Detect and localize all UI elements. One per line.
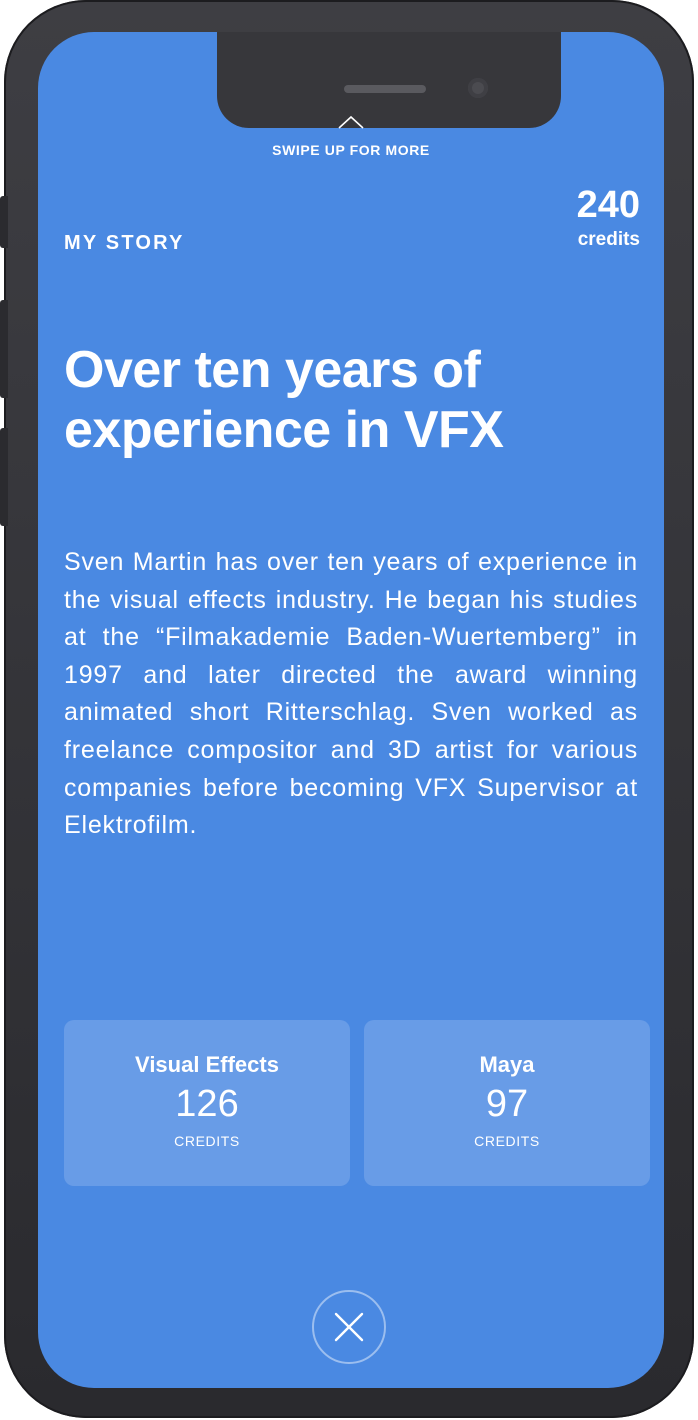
swipe-up-hint[interactable]: SWIPE UP FOR MORE (38, 114, 664, 158)
skill-name: Maya (479, 1052, 535, 1077)
section-label: MY STORY (64, 232, 185, 254)
swipe-up-label: SWIPE UP FOR MORE (272, 142, 430, 158)
skill-name: Visual Effects (135, 1052, 279, 1077)
story-bio: Sven Martin has over ten years of experi… (64, 548, 638, 840)
speaker-grille (344, 85, 426, 93)
skill-credits-value: 126 (175, 1083, 239, 1125)
total-credits: 240 credits (577, 184, 640, 252)
close-icon (334, 1312, 364, 1342)
total-credits-label: credits (577, 229, 640, 250)
volume-up-button (0, 300, 8, 398)
skill-credits-unit: CREDITS (474, 1133, 540, 1149)
story-headline: Over ten years of experience in VFX (64, 341, 504, 459)
skill-credits-unit: CREDITS (174, 1133, 240, 1149)
total-credits-number: 240 (576, 184, 640, 226)
skill-credits-value: 97 (485, 1083, 529, 1125)
silent-switch (0, 196, 8, 248)
front-camera (468, 78, 488, 98)
skill-card-maya[interactable]: Maya 97 CREDITS (364, 1020, 650, 1186)
skill-card-visual-effects[interactable]: Visual Effects 126 CREDITS (64, 1020, 350, 1186)
chevron-up-icon (338, 115, 364, 129)
story-screen: SWIPE UP FOR MORE MY STORY 240 credits O… (38, 32, 664, 1388)
volume-down-button (0, 428, 8, 526)
close-button[interactable] (312, 1290, 386, 1364)
